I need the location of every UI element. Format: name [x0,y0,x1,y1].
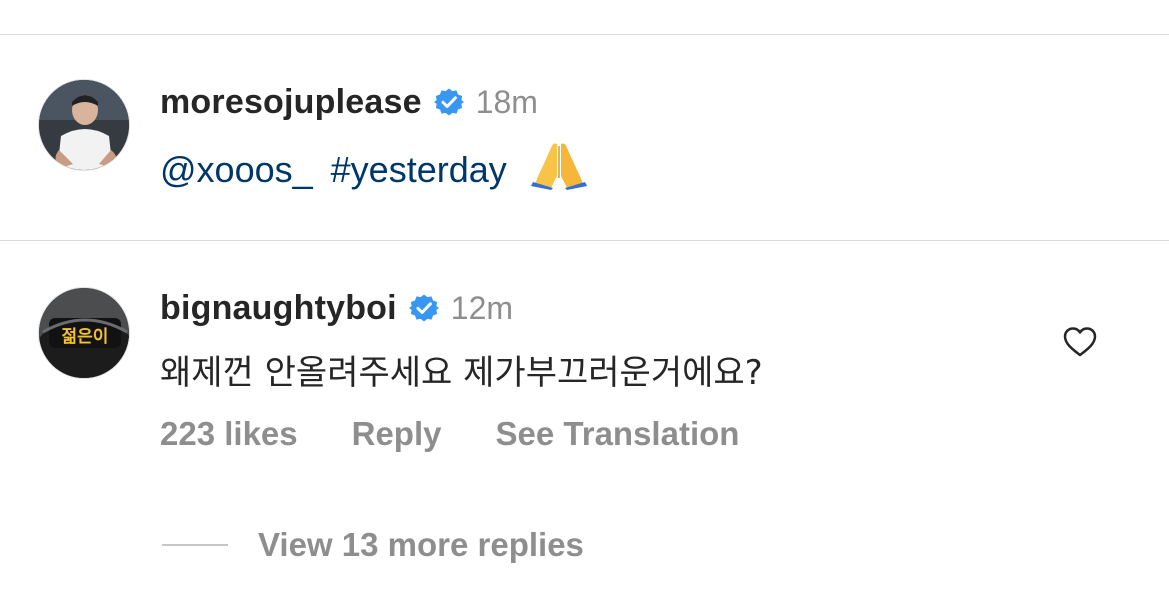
caption-mention-link[interactable]: @xooos_ [160,149,313,190]
likes-count-link[interactable]: 223 likes [160,415,298,453]
comment-time: 12m [450,289,514,326]
top-divider [0,34,1169,35]
replies-line-divider [162,544,228,546]
middle-divider [0,240,1169,241]
avatar-image: 젊은이 [39,288,129,378]
comment-actions: 223 likes Reply See Translation [160,415,793,453]
avatar-moresojuplease[interactable] [38,79,130,171]
see-translation-button[interactable]: See Translation [496,415,740,453]
avatar-bignaughtyboi[interactable]: 젊은이 [38,287,130,379]
caption-time: 18m [475,83,538,120]
caption-header: moresojuplease 18m [160,80,538,124]
view-more-replies-button[interactable]: View 13 more replies [162,526,584,564]
comment-header: bignaughtyboi 12m [160,286,513,330]
caption-username[interactable]: moresojuplease [160,83,422,122]
heart-like-icon[interactable] [1062,324,1098,360]
comment-text: 왜제껀 안올려주세요 제가부끄러운거에요? [160,353,763,393]
folded-hands-icon [530,143,587,190]
verified-badge-icon [433,88,464,116]
avatar-image [39,80,129,170]
verified-badge-icon [408,294,439,322]
caption-hashtag-link[interactable]: #yesterday [331,149,507,190]
reply-button[interactable]: Reply [352,415,442,453]
view-more-replies-label: View 13 more replies [258,526,584,563]
avatar-sign-text: 젊은이 [62,326,109,347]
caption-text: @xooos_ #yesterday [160,140,587,191]
comment-username[interactable]: bignaughtyboi [160,289,397,328]
